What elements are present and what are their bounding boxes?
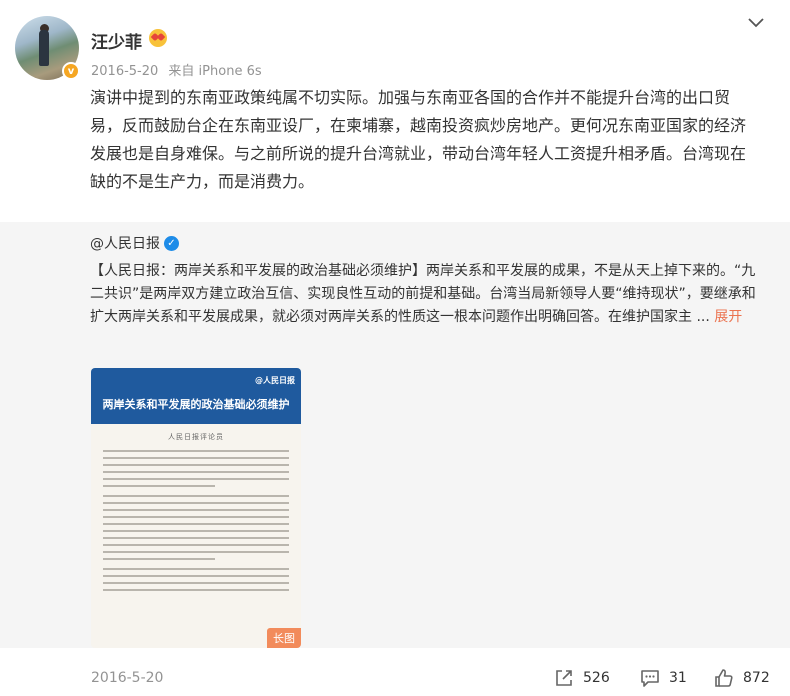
- image-logo: @人民日报: [255, 376, 295, 385]
- weibo-post: v 汪少菲 2016-5-20 来自 iPhone 6s 演讲中提到的东南亚政策…: [0, 0, 790, 696]
- post-source: 来自 iPhone 6s: [168, 64, 262, 79]
- repost-body: 【人民日报：两岸关系和平发展的政治基础必须维护】两岸关系和平发展的成果，不是从天…: [90, 263, 756, 325]
- comment-button[interactable]: 31: [639, 667, 687, 689]
- emoji-icon: [149, 29, 167, 47]
- share-button[interactable]: 526: [553, 667, 610, 689]
- like-button[interactable]: 872: [713, 667, 770, 689]
- share-count: 526: [583, 670, 610, 686]
- post-date[interactable]: 2016-5-20: [91, 64, 158, 79]
- verified-icon: ✓: [164, 235, 179, 251]
- comment-icon: [641, 670, 659, 687]
- repost-text: 【人民日报：两岸关系和平发展的政治基础必须维护】两岸关系和平发展的成果，不是从天…: [90, 260, 760, 329]
- post-meta: 2016-5-20 来自 iPhone 6s: [91, 60, 262, 79]
- expand-link[interactable]: 展开: [714, 309, 742, 325]
- like-icon: [715, 669, 733, 687]
- like-count: 872: [743, 670, 770, 686]
- long-image-badge: 长图: [267, 628, 301, 648]
- image-body: [103, 450, 289, 487]
- share-icon: [556, 670, 572, 686]
- image-title: 两岸关系和平发展的政治基础必须维护: [91, 396, 301, 424]
- author-name[interactable]: 汪少菲: [91, 28, 142, 53]
- repost-author[interactable]: @人民日报 ✓: [90, 233, 179, 253]
- chevron-down-icon[interactable]: [744, 10, 768, 34]
- comment-count: 31: [669, 670, 687, 686]
- post-footer: 2016-5-20 526 31 872: [0, 660, 790, 696]
- image-subtitle: 人民日报评论员: [168, 433, 224, 441]
- repost-author-name[interactable]: @人民日报: [90, 233, 160, 253]
- repost-image[interactable]: @人民日报 两岸关系和平发展的政治基础必须维护 人民日报评论员 长图: [91, 368, 301, 648]
- verified-icon: v: [62, 62, 80, 80]
- post-text: 演讲中提到的东南亚政策纯属不切实际。加强与东南亚各国的合作并不能提升台湾的出口贸…: [90, 88, 747, 191]
- footer-date[interactable]: 2016-5-20: [91, 670, 163, 686]
